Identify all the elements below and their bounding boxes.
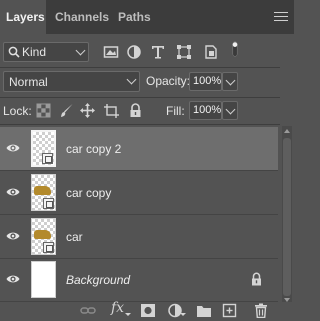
- opacity-label: Opacity:: [146, 74, 191, 88]
- layer-row[interactable]: car copy: [0, 171, 278, 215]
- layer-thumbnail: [31, 174, 56, 211]
- blend-mode-select[interactable]: Normal: [3, 71, 140, 92]
- layer-name[interactable]: Background: [66, 273, 130, 287]
- lock-label: Lock:: [3, 104, 32, 118]
- smart-object-badge-icon: [43, 242, 54, 253]
- smart-object-filter-icon[interactable]: [203, 44, 219, 60]
- lock-artboard-icon[interactable]: [104, 103, 119, 118]
- eye-icon[interactable]: [6, 229, 20, 243]
- lock-position-icon[interactable]: [80, 103, 95, 118]
- opacity-dropdown-button[interactable]: [222, 72, 238, 91]
- eye-icon[interactable]: [6, 185, 20, 199]
- chevron-down-icon: [125, 313, 131, 316]
- blend-mode-value: Normal: [9, 75, 48, 89]
- car-image: [34, 186, 51, 195]
- divider: [0, 124, 280, 125]
- image-filter-icon[interactable]: [103, 44, 119, 60]
- layer-row[interactable]: car copy 2: [0, 127, 278, 171]
- layer-name[interactable]: car copy: [66, 186, 111, 200]
- smart-object-badge-icon: [43, 198, 54, 209]
- new-layer-icon[interactable]: [222, 303, 238, 318]
- lock-image-pixels-icon[interactable]: [59, 103, 74, 118]
- layer-thumbnail: [31, 130, 56, 167]
- layers-panel: Layers Channels Paths Kind Normal Opacit…: [0, 0, 294, 321]
- divider: [0, 67, 280, 68]
- lock-transparent-pixels-icon[interactable]: [36, 103, 51, 118]
- opacity-input[interactable]: 100%: [189, 72, 222, 91]
- scrollbar-thumb[interactable]: [283, 138, 291, 296]
- divider: [0, 97, 280, 98]
- layer-row[interactable]: Background: [0, 258, 278, 302]
- layer-row[interactable]: car: [0, 215, 278, 259]
- tab-paths[interactable]: Paths: [118, 0, 151, 34]
- car-image: [34, 230, 51, 239]
- layer-thumbnail: [31, 218, 56, 255]
- layer-thumbnail: [31, 261, 56, 298]
- filter-kind-select[interactable]: Kind: [3, 42, 89, 62]
- fill-dropdown-button[interactable]: [222, 101, 238, 120]
- layer-name[interactable]: car: [66, 230, 83, 244]
- smart-object-badge-icon: [42, 153, 53, 164]
- chevron-down-icon: [225, 104, 236, 115]
- filter-toggle-icon[interactable]: [227, 41, 243, 57]
- tab-bar: Layers Channels Paths: [0, 0, 294, 34]
- fill-input[interactable]: 100%: [189, 101, 222, 120]
- hamburger-menu-icon[interactable]: [274, 12, 288, 24]
- tab-channels[interactable]: Channels: [55, 0, 109, 34]
- layer-name[interactable]: car copy 2: [66, 142, 121, 156]
- lock-all-icon[interactable]: [128, 103, 143, 118]
- eye-icon[interactable]: [6, 272, 20, 286]
- delete-layer-icon[interactable]: [253, 303, 269, 318]
- chevron-down-icon: [126, 74, 137, 85]
- chevron-down-icon: [180, 313, 186, 316]
- scroll-up-icon[interactable]: [284, 129, 290, 133]
- eye-icon[interactable]: [6, 141, 20, 155]
- search-icon: [8, 46, 20, 58]
- chevron-down-icon: [225, 75, 236, 86]
- tab-layers[interactable]: Layers: [0, 0, 46, 34]
- layer-style-icon[interactable]: fx: [111, 300, 124, 316]
- shape-filter-icon[interactable]: [176, 44, 192, 60]
- filter-kind-label: Kind: [22, 45, 47, 59]
- type-filter-icon[interactable]: [150, 44, 166, 60]
- new-group-icon[interactable]: [196, 303, 212, 318]
- adjustment-filter-icon[interactable]: [126, 44, 142, 60]
- link-layers-icon[interactable]: [80, 303, 96, 318]
- lock-icon[interactable]: [250, 272, 263, 286]
- chevron-down-icon: [75, 45, 86, 56]
- fill-label: Fill:: [166, 104, 185, 118]
- add-mask-icon[interactable]: [140, 303, 156, 318]
